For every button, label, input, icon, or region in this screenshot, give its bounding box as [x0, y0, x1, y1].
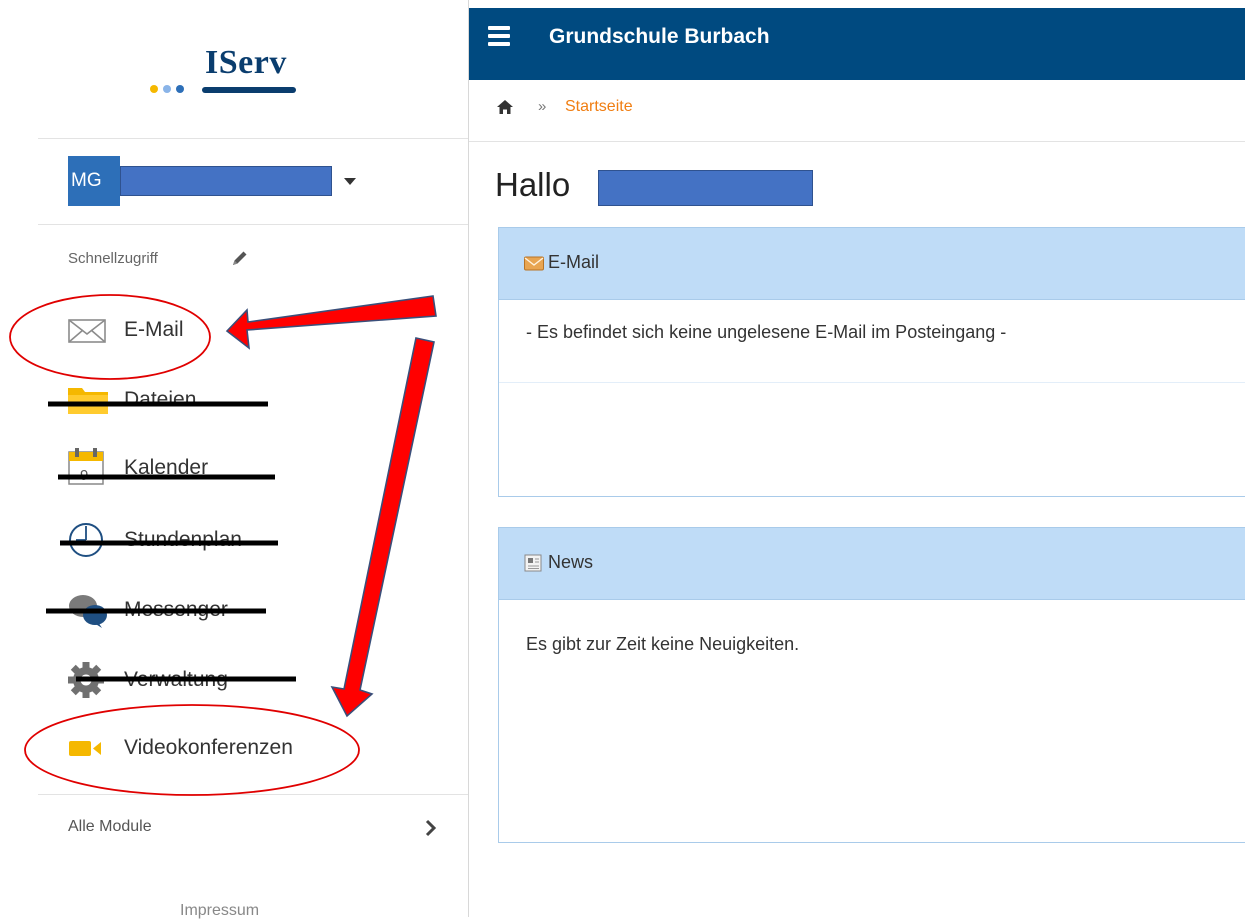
breadcrumb-separator: »	[538, 98, 547, 115]
sidebar-item-label: Stundenplan	[124, 528, 242, 551]
logo-text: IServ	[205, 44, 287, 81]
iserv-logo[interactable]: IServ	[150, 44, 300, 100]
logo-dot-yellow	[150, 85, 158, 93]
hamburger-menu-icon[interactable]	[488, 26, 510, 46]
envelope-icon	[68, 319, 106, 343]
chevron-right-icon[interactable]	[424, 818, 438, 838]
panel-title: E-Mail	[548, 252, 600, 272]
news-panel: News Es gibt zur Zeit keine Neuigkeiten.	[498, 527, 1245, 843]
calendar-icon: 9	[68, 448, 104, 485]
panel-header[interactable]: News	[499, 528, 1245, 600]
school-name: Grundschule Burbach	[549, 25, 770, 48]
newspaper-icon	[524, 554, 542, 572]
video-camera-icon	[69, 741, 101, 756]
chevron-down-icon[interactable]	[344, 178, 356, 185]
all-modules-link[interactable]: Alle Module	[68, 818, 152, 836]
top-navbar: Grundschule Burbach	[469, 8, 1245, 80]
sidebar: IServ MG Schnellzugriff E-Mail Dateien 9…	[0, 0, 469, 920]
divider	[469, 141, 1245, 142]
panel-text: - Es befindet sich keine ungelesene E-Ma…	[499, 300, 1245, 383]
home-icon[interactable]	[496, 99, 514, 115]
chat-bubbles-icon	[69, 595, 107, 628]
gear-icon	[68, 662, 104, 698]
clock-icon	[69, 523, 103, 557]
page-title: Hallo	[495, 166, 571, 203]
redacted-username	[120, 166, 332, 196]
panel-text: Es gibt zur Zeit keine Neuigkeiten.	[526, 634, 800, 654]
divider	[38, 224, 468, 225]
avatar: MG	[68, 156, 120, 206]
panel-header[interactable]: E-Mail	[499, 228, 1245, 300]
quick-access-title: Schnellzugriff	[68, 250, 158, 267]
sidebar-item-label: Dateien	[124, 388, 197, 411]
sidebar-item-label: Verwaltung	[124, 668, 228, 691]
envelope-icon	[524, 256, 544, 271]
email-panel: E-Mail - Es befindet sich keine ungelese…	[498, 227, 1245, 497]
folder-icon	[68, 388, 108, 414]
breadcrumb-home-link[interactable]: Startseite	[565, 98, 633, 116]
logo-dot-lightblue	[163, 85, 171, 93]
sidebar-item-label: Messenger	[124, 598, 228, 621]
divider	[38, 138, 468, 139]
sidebar-item-label: E-Mail	[124, 318, 184, 341]
panel-title: News	[548, 552, 594, 572]
svg-text:9: 9	[80, 467, 88, 484]
logo-dot-blue	[176, 85, 184, 93]
divider	[38, 794, 468, 795]
logo-underline	[202, 87, 296, 93]
sidebar-item-label: Videokonferenzen	[124, 736, 293, 759]
sidebar-item-label: Kalender	[124, 456, 209, 479]
impressum-link[interactable]: Impressum	[180, 902, 259, 920]
redacted-name	[598, 170, 813, 206]
pencil-icon[interactable]	[230, 248, 250, 268]
